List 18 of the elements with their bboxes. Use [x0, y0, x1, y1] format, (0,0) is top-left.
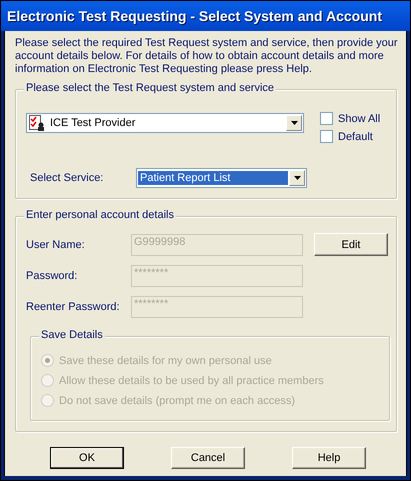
provider-dropdown[interactable]: ICE Test Provider	[26, 113, 304, 133]
checkbox[interactable]: Default	[320, 130, 380, 143]
group-legend: Please select the Test Request system and service	[24, 82, 276, 94]
edit-button[interactable]: Edit	[314, 233, 388, 256]
service-dropdown[interactable]: Patient Report List	[136, 168, 307, 188]
service-label: Select Service:	[29, 172, 104, 184]
field-label: User Name:	[26, 238, 86, 250]
dialog-button[interactable]: Cancel	[171, 447, 245, 469]
window-title: Electronic Test Requesting - Select System and Account	[7, 8, 382, 24]
checkbox[interactable]: Show All	[320, 112, 380, 125]
intro-text: Please select the required Test Request system and service, then provide your account details below. For details of how to obtain account details and more information on Electronic Test Requesting please press Help.	[15, 37, 399, 76]
group-legend: Save Details	[39, 329, 105, 341]
dialog-button[interactable]: Help	[292, 447, 366, 469]
field-label: Reenter Password:	[26, 300, 121, 312]
group-legend: Enter personal account details	[24, 209, 176, 221]
dialog-button[interactable]: OK	[50, 447, 124, 469]
checklist-icon	[29, 115, 45, 131]
field-label: Password:	[26, 270, 78, 282]
